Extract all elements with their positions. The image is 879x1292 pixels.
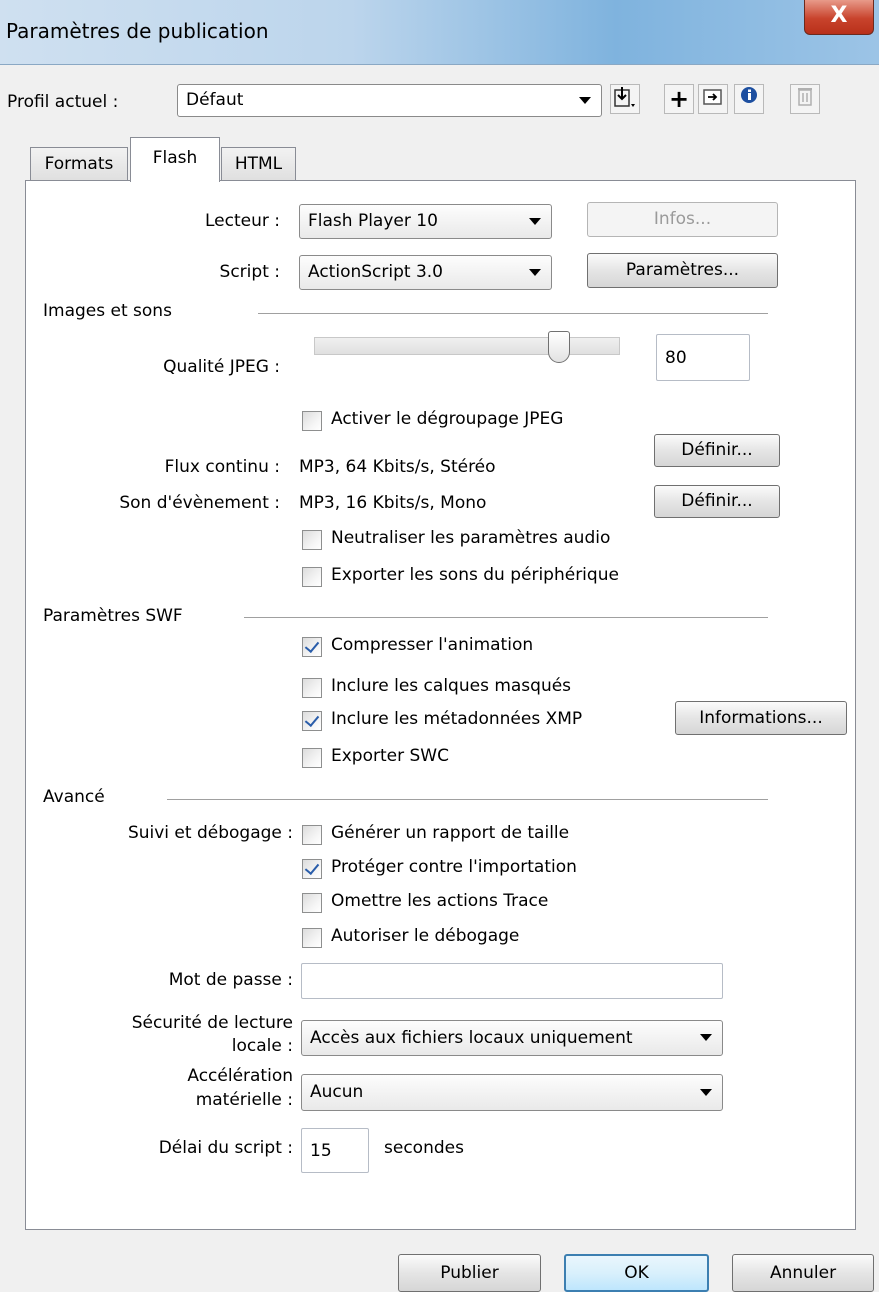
publish-button[interactable]: Publier: [398, 1254, 541, 1292]
stream-value: MP3, 64 Kbits/s, Stéréo: [299, 457, 496, 477]
trace-debug-label: Suivi et débogage :: [127, 823, 293, 843]
advanced-heading: Avancé: [43, 787, 105, 807]
publish-button-label: Publier: [440, 1263, 499, 1283]
close-button[interactable]: X: [804, 0, 874, 35]
jpeg-quality-value: 80: [665, 347, 687, 368]
tab-formats[interactable]: Formats: [30, 147, 128, 181]
password-label: Mot de passe :: [168, 970, 293, 990]
event-sound-label: Son d'évènement :: [119, 493, 280, 513]
stream-define-button-label: Définir...: [681, 440, 753, 460]
protect-import-checkbox[interactable]: [302, 859, 322, 879]
override-audio-checkbox[interactable]: [302, 530, 322, 550]
profile-value: Défaut: [186, 90, 244, 110]
password-field[interactable]: [301, 963, 723, 999]
cancel-button-label: Annuler: [769, 1263, 837, 1283]
tab-html-label: HTML: [234, 154, 283, 174]
player-info-button-label: Infos...: [653, 209, 712, 229]
import-export-icon[interactable]: [610, 84, 640, 114]
script-settings-button-label: Paramètres...: [625, 260, 740, 280]
ok-button[interactable]: OK: [564, 1254, 709, 1292]
profile-label: Profil actuel :: [7, 92, 119, 112]
hidden-layers-label: Inclure les calques masqués: [331, 676, 572, 696]
script-timeout-value: 15: [310, 1140, 332, 1161]
chevron-down-icon: [529, 268, 541, 276]
local-security-label-line2: locale :: [231, 1036, 293, 1056]
jpeg-quality-slider-thumb[interactable]: [547, 331, 570, 363]
script-settings-button[interactable]: Paramètres...: [587, 253, 778, 288]
local-security-select[interactable]: Accès aux fichiers locaux uniquement: [301, 1020, 723, 1056]
script-select[interactable]: ActionScript 3.0: [299, 255, 552, 290]
chevron-down-icon: [700, 1034, 712, 1041]
override-audio-label: Neutraliser les paramètres audio: [331, 528, 611, 548]
xmp-label: Inclure les métadonnées XMP: [331, 709, 583, 729]
script-timeout-input[interactable]: 15: [301, 1128, 369, 1173]
close-icon: X: [830, 3, 848, 28]
jpeg-quality-slider-track[interactable]: [314, 337, 620, 355]
jpeg-deblocking-checkbox[interactable]: [302, 411, 322, 431]
swf-heading: Paramètres SWF: [43, 606, 183, 626]
xmp-info-button-label: Informations...: [699, 708, 823, 728]
tab-html[interactable]: HTML: [221, 147, 296, 181]
tab-formats-label: Formats: [44, 154, 114, 174]
script-value: ActionScript 3.0: [308, 262, 443, 282]
divider: [244, 617, 768, 618]
omit-trace-checkbox[interactable]: [302, 893, 322, 913]
hidden-layers-checkbox[interactable]: [302, 678, 322, 698]
info-icon[interactable]: [734, 84, 764, 114]
hardware-accel-select[interactable]: Aucun: [301, 1074, 723, 1111]
jpeg-deblocking-label: Activer le dégroupage JPEG: [331, 409, 564, 429]
omit-trace-label: Omettre les actions Trace: [331, 891, 549, 911]
size-report-label: Générer un rapport de taille: [331, 823, 570, 843]
tab-flash-label: Flash: [152, 148, 198, 168]
title-bar: Paramètres de publication X: [0, 0, 879, 65]
export-swc-label: Exporter SWC: [331, 746, 449, 766]
delete-icon[interactable]: [790, 84, 820, 114]
divider: [258, 313, 768, 314]
player-value: Flash Player 10: [308, 211, 438, 231]
ok-button-label: OK: [624, 1263, 649, 1283]
chevron-down-icon: [579, 96, 591, 104]
hardware-accel-label-line1: Accélération: [187, 1066, 293, 1086]
script-label: Script :: [219, 262, 280, 282]
tab-flash[interactable]: Flash: [130, 137, 220, 182]
jpeg-quality-label: Qualité JPEG :: [163, 357, 280, 377]
player-label: Lecteur :: [205, 211, 280, 231]
window-title: Paramètres de publication: [6, 19, 269, 43]
script-timeout-unit: secondes: [384, 1138, 464, 1158]
protect-import-label: Protéger contre l'importation: [331, 857, 577, 877]
cancel-button[interactable]: Annuler: [732, 1254, 874, 1292]
player-select[interactable]: Flash Player 10: [299, 204, 552, 239]
duplicate-icon[interactable]: [698, 84, 728, 114]
hardware-accel-value: Aucun: [310, 1082, 364, 1102]
images-sons-heading: Images et sons: [43, 301, 172, 321]
export-device-sounds-checkbox[interactable]: [302, 567, 322, 587]
chevron-down-icon: [700, 1088, 712, 1096]
local-security-label-line1: Sécurité de lecture: [131, 1013, 293, 1033]
profile-select[interactable]: Défaut: [177, 84, 602, 117]
compress-label: Compresser l'animation: [331, 635, 534, 655]
hardware-accel-label-line2: matérielle :: [195, 1090, 293, 1110]
stream-label: Flux continu :: [164, 457, 280, 477]
divider: [167, 799, 768, 800]
event-define-button-label: Définir...: [681, 491, 753, 511]
jpeg-quality-input[interactable]: 80: [656, 334, 750, 381]
xmp-checkbox[interactable]: [302, 711, 322, 731]
event-sound-value: MP3, 16 Kbits/s, Mono: [299, 493, 487, 513]
export-device-sounds-label: Exporter les sons du périphérique: [331, 565, 619, 585]
player-info-button[interactable]: Infos...: [587, 202, 778, 237]
script-timeout-label: Délai du script :: [158, 1138, 293, 1158]
add-icon[interactable]: +: [664, 84, 694, 114]
chevron-down-icon: [529, 217, 541, 225]
local-security-value: Accès aux fichiers locaux uniquement: [310, 1027, 633, 1048]
size-report-checkbox[interactable]: [302, 825, 322, 845]
event-define-button[interactable]: Définir...: [654, 485, 780, 518]
compress-checkbox[interactable]: [302, 637, 322, 657]
xmp-info-button[interactable]: Informations...: [675, 701, 847, 735]
export-swc-checkbox[interactable]: [302, 748, 322, 768]
stream-define-button[interactable]: Définir...: [654, 434, 780, 467]
allow-debugging-label: Autoriser le débogage: [331, 926, 520, 946]
allow-debugging-checkbox[interactable]: [302, 928, 322, 948]
